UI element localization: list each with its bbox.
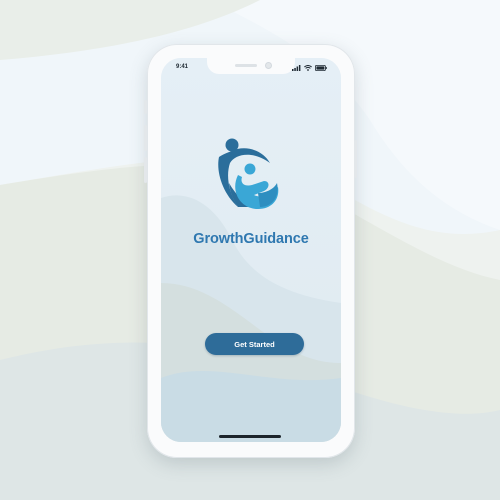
phone-volume-up: [144, 125, 147, 151]
phone-mute-switch: [144, 100, 147, 114]
screen-background: [161, 58, 341, 442]
get-started-button[interactable]: Get Started: [205, 333, 304, 355]
wifi-icon: [304, 65, 312, 71]
home-indicator[interactable]: [219, 435, 281, 438]
app-name: GrowthGuidance: [193, 231, 309, 247]
people-g-logo-icon: [218, 138, 279, 209]
phone-power-button: [354, 140, 357, 178]
phone-notch: [207, 58, 295, 74]
signal-icon: [292, 65, 301, 71]
status-icons: [292, 65, 327, 71]
phone-volume-down: [144, 157, 147, 183]
battery-icon: [315, 65, 327, 71]
app-screen: 9:41 GrowthGuidance Get Started: [161, 58, 341, 442]
front-camera: [265, 62, 272, 69]
status-time: 9:41: [176, 64, 189, 70]
earpiece-speaker: [235, 64, 257, 67]
